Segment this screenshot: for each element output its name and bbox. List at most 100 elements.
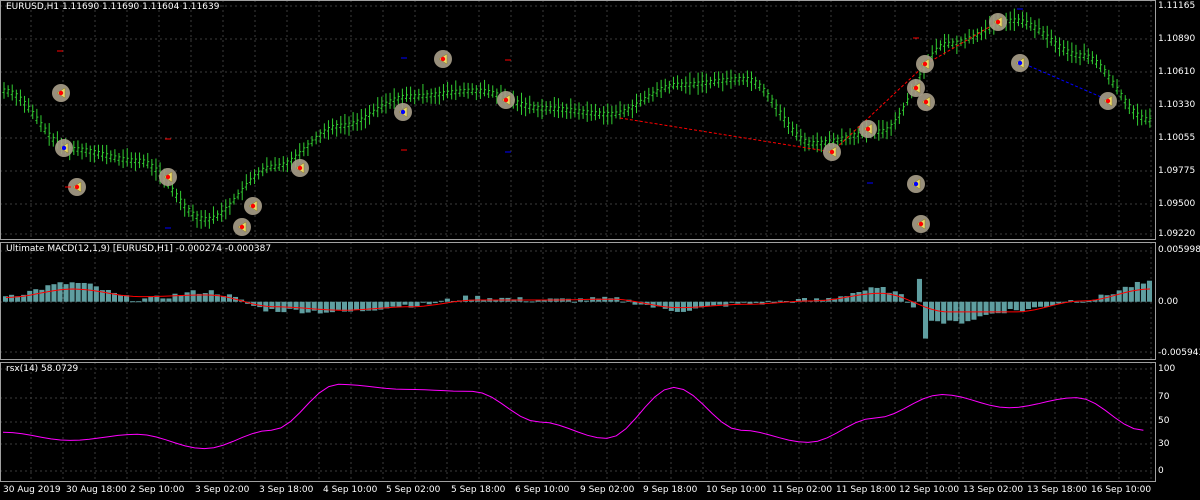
macd-level-label: 0.005998 bbox=[1158, 245, 1200, 255]
macd-bar bbox=[1116, 290, 1122, 302]
time-axis-label: 11 Sep 18:00 bbox=[836, 485, 897, 495]
mt4-chart-window[interactable]: EURUSD,H1 1.11690 1.11690 1.11604 1.1163… bbox=[0, 0, 1200, 500]
signal-dot bbox=[297, 165, 303, 171]
macd-bar bbox=[202, 293, 208, 302]
signal-dot bbox=[922, 61, 928, 67]
macd-bar bbox=[323, 301, 329, 313]
macd-bar bbox=[329, 301, 335, 313]
macd-bar bbox=[269, 301, 275, 309]
macd-bar bbox=[51, 284, 57, 302]
macd-histogram bbox=[3, 278, 1152, 339]
macd-bar bbox=[432, 301, 438, 304]
macd-bar bbox=[680, 301, 686, 312]
macd-bar bbox=[87, 283, 93, 302]
macd-bar bbox=[9, 294, 15, 302]
macd-bar bbox=[517, 297, 523, 302]
macd-bar bbox=[1007, 301, 1013, 309]
macd-bar bbox=[1104, 295, 1110, 302]
signal-dot bbox=[913, 181, 919, 187]
signal-marker bbox=[912, 215, 930, 233]
macd-level-label: 0.00 bbox=[1158, 297, 1179, 307]
price-level-label: 1.09500 bbox=[1158, 199, 1196, 209]
macd-bar bbox=[977, 301, 983, 317]
time-axis-label: 2 Sep 10:00 bbox=[130, 485, 185, 495]
signal-marker bbox=[859, 120, 877, 138]
signal-dot bbox=[58, 90, 64, 96]
macd-bar bbox=[444, 298, 450, 302]
price-chart-title: EURUSD,H1 1.11690 1.11690 1.11604 1.1163… bbox=[6, 2, 220, 12]
macd-bar bbox=[753, 301, 759, 303]
macd-bar bbox=[892, 291, 898, 302]
macd-bar bbox=[75, 282, 81, 302]
rsx-level-label: 50 bbox=[1158, 416, 1170, 426]
macd-bar bbox=[705, 301, 711, 307]
macd-bar bbox=[571, 301, 577, 303]
signal-dot bbox=[865, 126, 871, 132]
macd-canvas[interactable] bbox=[0, 242, 1156, 360]
signal-dot bbox=[1105, 98, 1111, 104]
macd-bar bbox=[862, 290, 868, 302]
macd-bar bbox=[777, 300, 783, 302]
macd-bar bbox=[747, 301, 753, 304]
macd-bar bbox=[711, 301, 717, 306]
macd-bar bbox=[414, 301, 420, 307]
macd-bar bbox=[1140, 283, 1146, 302]
zigzag-segment bbox=[1019, 61, 1109, 101]
macd-indicator-pane[interactable]: Ultimate MACD(12,1,9) [EURUSD,H1] -0.000… bbox=[0, 242, 1156, 360]
time-axis-label: 16 Sep 10:00 bbox=[1091, 485, 1152, 495]
signal-marker bbox=[917, 93, 935, 111]
rsx-level-label: 100 bbox=[1158, 364, 1176, 374]
signal-dot bbox=[918, 221, 924, 227]
macd-bar bbox=[765, 300, 771, 302]
rsx-level-label: 0 bbox=[1158, 466, 1164, 476]
time-axis-label: 3 Sep 18:00 bbox=[259, 485, 314, 495]
signal-marker bbox=[497, 91, 515, 109]
rsx-level-label: 30 bbox=[1158, 439, 1170, 449]
macd-bar bbox=[426, 301, 432, 305]
signal-dot bbox=[61, 145, 67, 151]
macd-bar bbox=[475, 295, 481, 302]
rsx-line bbox=[2, 383, 1144, 450]
macd-bar bbox=[63, 284, 69, 302]
macd-bar bbox=[717, 301, 723, 305]
macd-bar bbox=[305, 301, 311, 313]
macd-bar bbox=[190, 290, 196, 302]
price-chart-canvas[interactable] bbox=[0, 0, 1156, 240]
signal-marker bbox=[907, 175, 925, 193]
signal-dot bbox=[913, 85, 919, 91]
signal-marker bbox=[916, 55, 934, 73]
macd-bar bbox=[136, 301, 142, 303]
macd-bar bbox=[929, 301, 935, 321]
macd-bar bbox=[741, 301, 747, 303]
macd-bar bbox=[1128, 287, 1134, 302]
signal-marker bbox=[434, 50, 452, 68]
level-marks bbox=[57, 8, 1023, 229]
macd-bar bbox=[856, 292, 862, 302]
macd-bar bbox=[874, 287, 880, 302]
price-chart-pane[interactable]: EURUSD,H1 1.11690 1.11690 1.11604 1.1163… bbox=[0, 0, 1156, 240]
signal-marker bbox=[52, 84, 70, 102]
time-axis-label: 9 Sep 02:00 bbox=[580, 485, 635, 495]
macd-bar bbox=[971, 301, 977, 320]
time-axis-label: 4 Sep 10:00 bbox=[323, 485, 378, 495]
signal-marker bbox=[823, 143, 841, 161]
macd-bar bbox=[916, 278, 922, 302]
macd-bar bbox=[208, 290, 214, 302]
signal-dot bbox=[74, 184, 80, 190]
rsx-canvas[interactable] bbox=[0, 362, 1156, 482]
grid-lines bbox=[0, 362, 1156, 482]
macd-bar bbox=[354, 301, 360, 310]
signal-dot bbox=[923, 99, 929, 105]
macd-bar bbox=[620, 301, 626, 303]
rsx-indicator-pane[interactable]: rsx(14) 58.0729 bbox=[0, 362, 1156, 482]
price-level-label: 1.11165 bbox=[1158, 1, 1196, 11]
macd-bar bbox=[850, 293, 856, 302]
price-level-label: 1.10890 bbox=[1158, 34, 1196, 44]
macd-bar bbox=[39, 289, 45, 302]
signal-dot bbox=[239, 224, 245, 230]
macd-bar bbox=[674, 301, 680, 312]
macd-bar bbox=[160, 298, 166, 302]
signal-marker bbox=[1011, 54, 1029, 72]
macd-bar bbox=[317, 301, 323, 314]
signal-dot bbox=[829, 149, 835, 155]
